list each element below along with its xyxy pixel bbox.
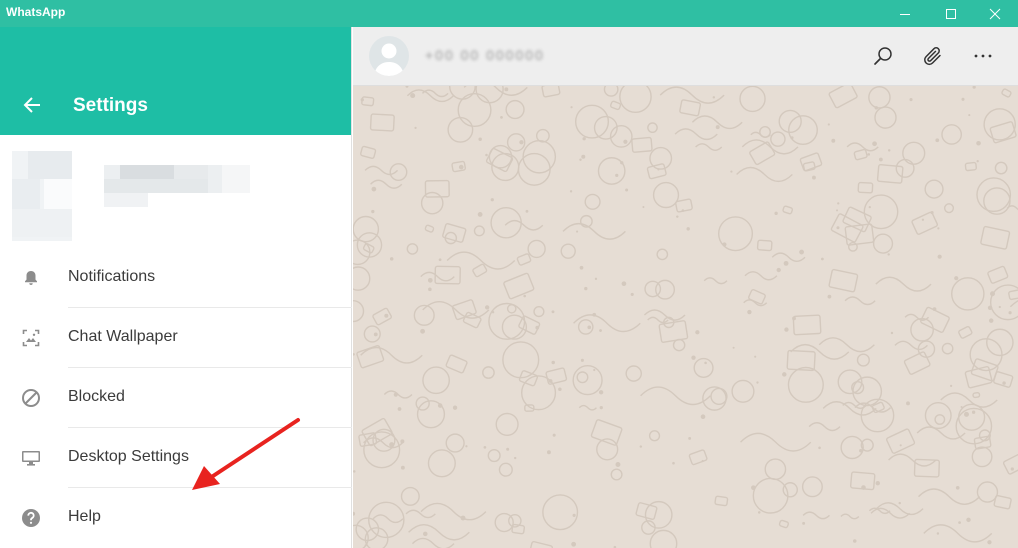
chat-wallpaper: [353, 86, 1018, 548]
menu-item-blocked[interactable]: Blocked: [0, 368, 352, 428]
contact-name[interactable]: +00 00 000000: [425, 45, 545, 65]
arrow-left-icon: [23, 97, 40, 113]
menu-item-desktop-settings[interactable]: Desktop Settings: [0, 428, 352, 488]
window-titlebar: WhatsApp: [0, 0, 1018, 27]
search-icon: [874, 47, 892, 65]
profile-section[interactable]: [0, 135, 351, 243]
more-icon: [974, 54, 992, 58]
menu-item-label: Desktop Settings: [68, 448, 189, 465]
menu-item-notifications[interactable]: Notifications: [0, 248, 352, 308]
attach-icon: [924, 47, 941, 66]
help-icon: [20, 507, 42, 529]
menu-item-label: Blocked: [68, 388, 125, 405]
contact-name-text: +00 00 000000: [425, 47, 545, 63]
more-options-button[interactable]: [969, 42, 997, 70]
search-button[interactable]: [869, 42, 897, 70]
minimize-icon: [900, 13, 910, 15]
default-avatar-icon: [374, 43, 404, 76]
chat-panel: +00 00 000000: [353, 27, 1018, 548]
menu-item-label: Chat Wallpaper: [68, 328, 178, 345]
back-button[interactable]: [18, 91, 46, 119]
attach-button[interactable]: [919, 42, 947, 70]
wallpaper-icon: [20, 327, 42, 349]
menu-item-chat-wallpaper[interactable]: Chat Wallpaper: [0, 308, 352, 368]
doodle-pattern: [353, 86, 1018, 548]
settings-menu: Notifications Chat Wallpaper Blocked Des…: [0, 248, 352, 548]
menu-item-label: Notifications: [68, 268, 156, 285]
maximize-button[interactable]: [928, 0, 974, 27]
close-button[interactable]: [972, 0, 1018, 27]
blocked-icon: [20, 387, 42, 409]
contact-avatar[interactable]: [369, 36, 409, 76]
menu-item-label: Help: [68, 508, 101, 525]
minimize-button[interactable]: [882, 0, 928, 27]
settings-header: Settings: [0, 27, 351, 135]
close-icon: [989, 8, 1001, 19]
chat-header: +00 00 000000: [353, 27, 1018, 86]
window-title: WhatsApp: [6, 5, 66, 19]
settings-title: Settings: [73, 95, 148, 116]
bell-icon: [20, 267, 42, 289]
menu-item-help[interactable]: Help: [0, 488, 352, 548]
maximize-icon: [946, 8, 956, 19]
monitor-icon: [20, 447, 42, 469]
settings-panel: Settings Notifications Chat Wallpaper Bl…: [0, 27, 352, 548]
